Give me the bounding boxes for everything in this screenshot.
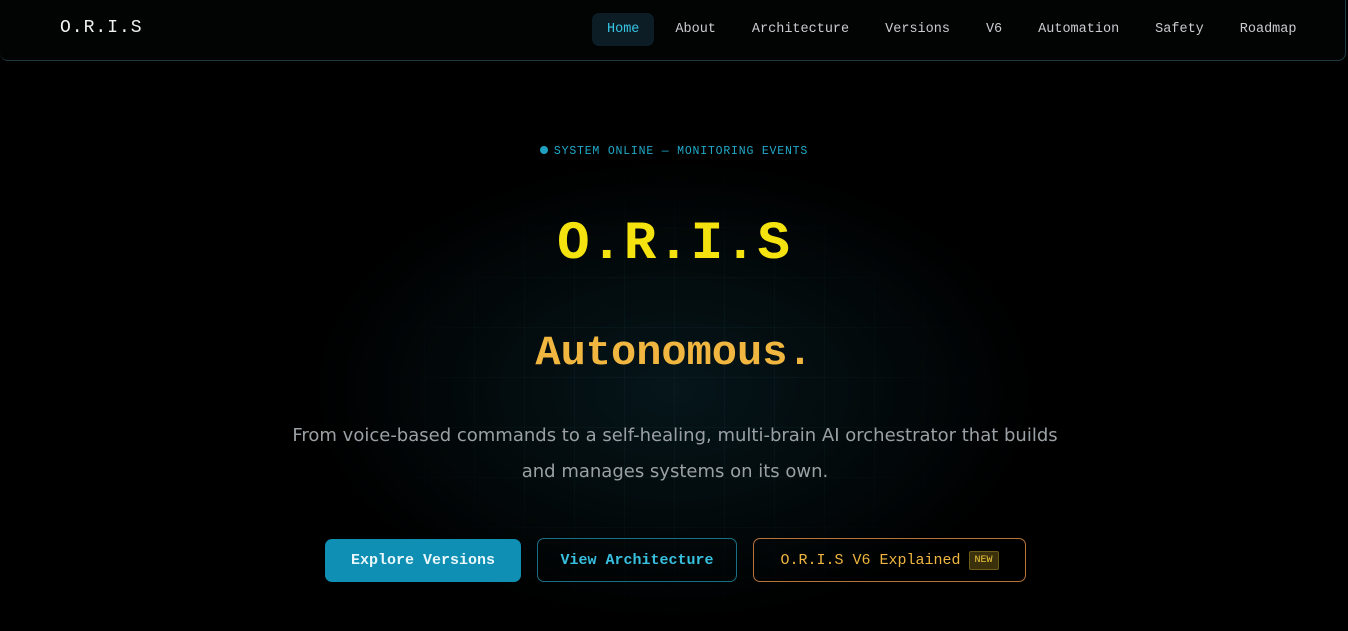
main-nav: Home About Architecture Versions V6 Auto… <box>592 13 1312 46</box>
explore-versions-button[interactable]: Explore Versions <box>325 539 521 582</box>
nav-safety[interactable]: Safety <box>1140 13 1219 46</box>
status-indicator: SYSTEM ONLINE — MONITORING EVENTS <box>0 145 1348 158</box>
hero-title: O.R.I.S <box>557 214 791 275</box>
new-badge: NEW <box>968 550 999 570</box>
page: O.R.I.S Home About Architecture Versions… <box>0 0 1348 631</box>
v6-explained-button[interactable]: O.R.I.S V6 Explained NEW <box>753 538 1026 582</box>
nav-versions[interactable]: Versions <box>870 13 965 46</box>
brand-logo[interactable]: O.R.I.S <box>60 18 143 38</box>
nav-architecture[interactable]: Architecture <box>737 13 864 46</box>
nav-home[interactable]: Home <box>592 13 655 46</box>
view-architecture-button[interactable]: View Architecture <box>537 538 737 582</box>
status-dot-icon <box>539 146 548 154</box>
hero-description: From voice-based commands to a self-heal… <box>292 425 1058 482</box>
nav-automation[interactable]: Automation <box>1023 13 1134 46</box>
explore-versions-label: Explore Versions <box>350 552 496 569</box>
hero-subtitle: Autonomous. <box>535 329 813 377</box>
v6-explained-label: O.R.I.S V6 Explained <box>780 551 961 569</box>
nav-about[interactable]: About <box>660 13 731 46</box>
status-text: SYSTEM ONLINE — MONITORING EVENTS <box>553 145 809 158</box>
navbar: O.R.I.S Home About Architecture Versions… <box>0 0 1346 61</box>
nav-roadmap[interactable]: Roadmap <box>1225 13 1312 46</box>
nav-v6[interactable]: V6 <box>971 13 1017 46</box>
view-architecture-label: View Architecture <box>560 551 714 569</box>
